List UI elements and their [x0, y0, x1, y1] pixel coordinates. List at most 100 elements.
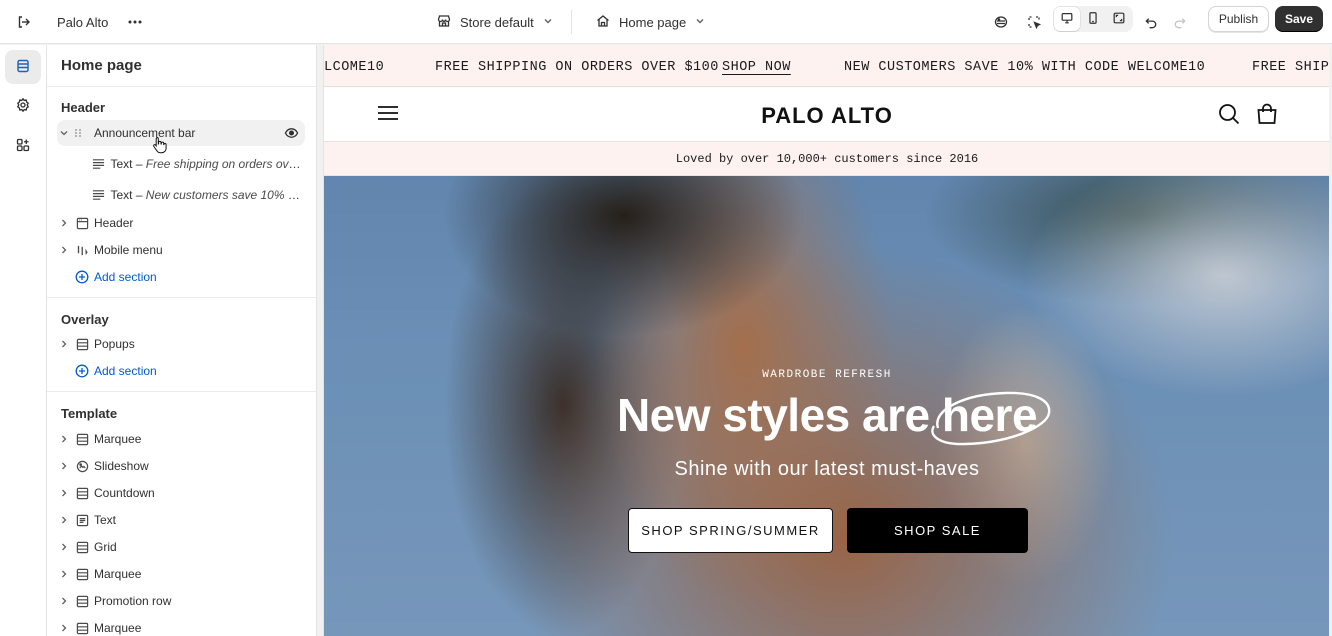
chevron-right-icon[interactable] — [57, 515, 71, 525]
section-marquee[interactable]: Marquee — [57, 615, 305, 636]
block-label: Text – New customers save 10% wi… — [110, 188, 305, 202]
chevron-right-icon[interactable] — [57, 434, 71, 444]
shopping-bag-icon[interactable] — [1256, 103, 1278, 128]
section-countdown[interactable]: Countdown — [57, 480, 305, 506]
store-logo[interactable]: PALO ALTO — [324, 103, 1329, 129]
sidebar-divider — [47, 297, 316, 298]
section-label: Header — [94, 216, 134, 230]
section-slideshow[interactable]: Slideshow — [57, 453, 305, 479]
undo-button[interactable] — [1138, 0, 1164, 44]
section-text[interactable]: Text — [57, 507, 305, 533]
mobile-icon — [1086, 11, 1100, 28]
add-section-overlay[interactable]: Add section — [57, 358, 305, 384]
chevron-down-icon[interactable] — [57, 128, 71, 138]
text-lines-icon — [90, 189, 107, 201]
section-label: Text — [94, 513, 117, 527]
section-marquee[interactable]: Marquee — [57, 426, 305, 452]
more-actions-button[interactable] — [122, 0, 148, 44]
drag-handle-icon[interactable] — [71, 128, 85, 138]
section-label: Countdown — [94, 486, 155, 500]
group-title-header: Header — [61, 100, 106, 115]
exit-button[interactable] — [11, 0, 37, 44]
store-icon — [436, 13, 452, 32]
chevron-right-icon[interactable] — [57, 339, 71, 349]
redo-icon — [1166, 9, 1192, 35]
chevron-right-icon[interactable] — [57, 245, 71, 255]
section-icon — [73, 541, 91, 554]
gear-icon — [15, 97, 31, 116]
inspector-button[interactable] — [1021, 0, 1047, 44]
section-label: Grid — [94, 540, 117, 554]
section-mobile-menu[interactable]: Mobile menu — [57, 237, 305, 263]
social-proof-bar: Loved by over 10,000+ customers since 20… — [324, 142, 1329, 176]
fullscreen-view-button[interactable] — [1106, 7, 1132, 31]
desktop-view-button[interactable] — [1054, 7, 1080, 31]
section-popups[interactable]: Popups — [57, 331, 305, 357]
chevron-right-icon[interactable] — [57, 542, 71, 552]
section-label: Popups — [94, 337, 135, 351]
layout-header-icon — [73, 217, 91, 230]
section-announcement-bar[interactable]: Announcement bar — [57, 120, 305, 146]
hand-drawn-circle-icon — [924, 388, 1054, 453]
section-promotion-row[interactable]: Promotion row — [57, 588, 305, 614]
viewport-switcher — [1053, 6, 1133, 32]
apps-nav-button[interactable] — [5, 129, 41, 163]
section-icon — [73, 568, 91, 581]
hero-subhead: Shine with our latest must-haves — [674, 458, 980, 480]
redo-button[interactable] — [1166, 0, 1192, 44]
exit-icon — [11, 9, 37, 35]
section-icon — [73, 338, 91, 351]
editor-topbar: Palo Alto Store default Home page Publis… — [0, 0, 1332, 44]
section-label: Mobile menu — [94, 243, 163, 257]
page-select[interactable]: Home page — [595, 0, 706, 44]
sidebar-divider — [47, 86, 316, 87]
sections-nav-button[interactable] — [5, 50, 41, 84]
publish-button[interactable]: Publish — [1208, 6, 1269, 32]
announcement-customers-text: NEW CUSTOMERS SAVE 10% WITH CODE WELCOME… — [844, 60, 1206, 75]
section-label: Announcement bar — [94, 126, 196, 140]
chevron-right-icon[interactable] — [57, 569, 71, 579]
group-title-template: Template — [61, 406, 118, 421]
chevron-right-icon[interactable] — [57, 596, 71, 606]
sections-layout-icon — [15, 58, 31, 77]
section-icon — [73, 622, 91, 635]
mobile-view-button[interactable] — [1080, 7, 1106, 31]
section-marquee[interactable]: Marquee — [57, 561, 305, 587]
cursor-select-icon — [1021, 9, 1047, 35]
chevron-right-icon[interactable] — [57, 623, 71, 633]
block-text-free-shipping[interactable]: Text – Free shipping on orders over… — [90, 151, 305, 177]
desktop-icon — [1060, 11, 1074, 28]
storefront-preview: LCOME10 FREE SHIPPING ON ORDERS OVER $10… — [323, 45, 1329, 636]
sections-icon — [988, 9, 1014, 35]
store-header: PALO ALTO — [324, 87, 1329, 142]
block-label: Text – Free shipping on orders over… — [110, 157, 305, 171]
sidebar-divider — [47, 391, 316, 392]
announcement-fragment: FREE SHIPP — [1252, 60, 1329, 75]
save-button[interactable]: Save — [1275, 6, 1323, 32]
announcement-bar[interactable]: LCOME10 FREE SHIPPING ON ORDERS OVER $10… — [324, 45, 1329, 87]
shop-sale-button[interactable]: SHOP SALE — [847, 508, 1028, 553]
search-icon[interactable] — [1218, 103, 1240, 128]
theme-select[interactable]: Store default — [436, 0, 554, 44]
page-select-value: Home page — [619, 14, 687, 30]
sections-toggle-button[interactable] — [988, 0, 1014, 44]
section-label: Promotion row — [94, 594, 172, 608]
eye-icon[interactable] — [284, 126, 299, 143]
section-header[interactable]: Header — [57, 210, 305, 236]
theme-settings-nav-button[interactable] — [5, 89, 41, 123]
fullscreen-icon — [1112, 11, 1126, 28]
topbar-divider — [571, 10, 572, 34]
shop-spring-summer-button[interactable]: SHOP SPRING/SUMMER — [628, 508, 833, 553]
announcement-shop-now-link[interactable]: SHOP NOW — [722, 60, 791, 75]
block-text-new-customers[interactable]: Text – New customers save 10% wi… — [90, 182, 305, 208]
chevron-right-icon[interactable] — [57, 461, 71, 471]
chevron-right-icon[interactable] — [57, 218, 71, 228]
text-icon — [73, 514, 91, 527]
section-icon — [73, 433, 91, 446]
chevron-right-icon[interactable] — [57, 488, 71, 498]
section-grid[interactable]: Grid — [57, 534, 305, 560]
chevron-down-icon — [542, 15, 554, 30]
add-section-header[interactable]: Add section — [57, 264, 305, 290]
chevron-down-icon — [694, 15, 706, 30]
announcement-fragment: LCOME10 — [324, 60, 385, 75]
